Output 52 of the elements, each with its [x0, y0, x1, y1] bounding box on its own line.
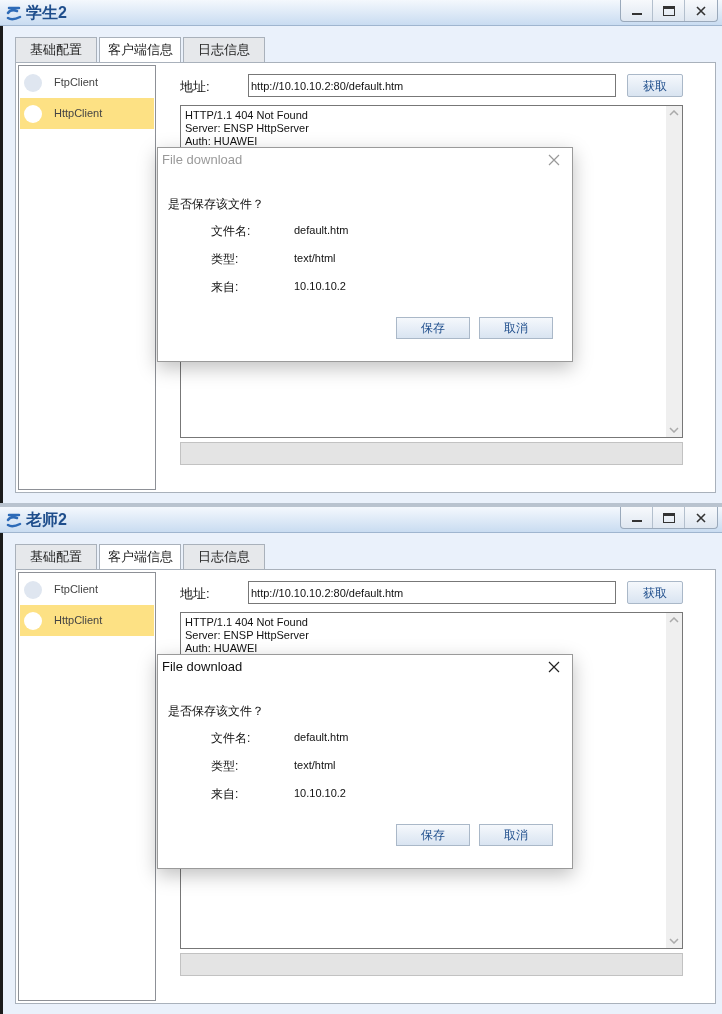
- dialog-question: 是否保存该文件？: [168, 196, 265, 213]
- response-line: Auth: HUAWEI: [185, 135, 259, 148]
- client-name: FtpClient: [54, 75, 99, 91]
- maximize-icon[interactable]: [662, 512, 675, 523]
- field-label: 来自:: [211, 278, 240, 296]
- close-icon[interactable]: [696, 512, 706, 523]
- window-title: 老师2: [26, 509, 67, 530]
- app-logo-icon: [6, 511, 22, 528]
- field-label: 类型:: [211, 250, 240, 268]
- client-list-item[interactable]: HttpClient: [20, 98, 154, 129]
- field-label: 类型:: [211, 757, 240, 775]
- field-value: default.htm: [294, 223, 349, 239]
- response-line: HTTP/1.1 404 Not Found: [185, 616, 309, 629]
- field-value: 10.10.10.2: [294, 786, 346, 802]
- tab[interactable]: 日志信息: [183, 544, 265, 569]
- field-label: 来自:: [211, 785, 240, 803]
- dialog-title: File download: [162, 151, 243, 170]
- maximize-icon[interactable]: [662, 5, 675, 16]
- tab[interactable]: 基础配置: [15, 544, 97, 569]
- app-logo-icon: [6, 4, 22, 21]
- response-line: Auth: HUAWEI: [185, 642, 259, 655]
- tab[interactable]: 客户端信息: [99, 544, 181, 569]
- fetch-button[interactable]: 获取: [627, 581, 683, 604]
- response-line: Server: ENSP HttpServer: [185, 122, 310, 135]
- window-title: 学生2: [26, 2, 67, 23]
- field-label: 文件名:: [211, 729, 252, 747]
- address-field[interactable]: http://10.10.10.2:80/default.htm: [248, 581, 616, 604]
- field-value: default.htm: [294, 730, 349, 746]
- address-label: 地址:: [180, 78, 211, 97]
- field-value: text/html: [294, 251, 336, 267]
- dialog-button[interactable]: 保存: [396, 317, 470, 339]
- fetch-button[interactable]: 获取: [627, 74, 683, 97]
- field-value: 10.10.10.2: [294, 279, 346, 295]
- field-value: text/html: [294, 758, 336, 774]
- tab[interactable]: 客户端信息: [99, 37, 181, 62]
- response-line: HTTP/1.1 404 Not Found: [185, 109, 309, 122]
- close-icon[interactable]: [696, 5, 706, 16]
- dialog-button[interactable]: 取消: [479, 317, 553, 339]
- client-name: HttpClient: [54, 106, 103, 122]
- address-label: 地址:: [180, 585, 211, 604]
- dialog-question: 是否保存该文件？: [168, 703, 265, 720]
- client-name: HttpClient: [54, 613, 103, 629]
- response-line: Server: ENSP HttpServer: [185, 629, 310, 642]
- dialog-button[interactable]: 取消: [479, 824, 553, 846]
- dialog-button[interactable]: 保存: [396, 824, 470, 846]
- address-field[interactable]: http://10.10.10.2:80/default.htm: [248, 74, 616, 97]
- client-name: FtpClient: [54, 582, 99, 598]
- dialog-title: File download: [162, 658, 243, 677]
- field-label: 文件名:: [211, 222, 252, 240]
- client-list-item[interactable]: HttpClient: [20, 605, 154, 636]
- tab[interactable]: 基础配置: [15, 37, 97, 62]
- tab[interactable]: 日志信息: [183, 37, 265, 62]
